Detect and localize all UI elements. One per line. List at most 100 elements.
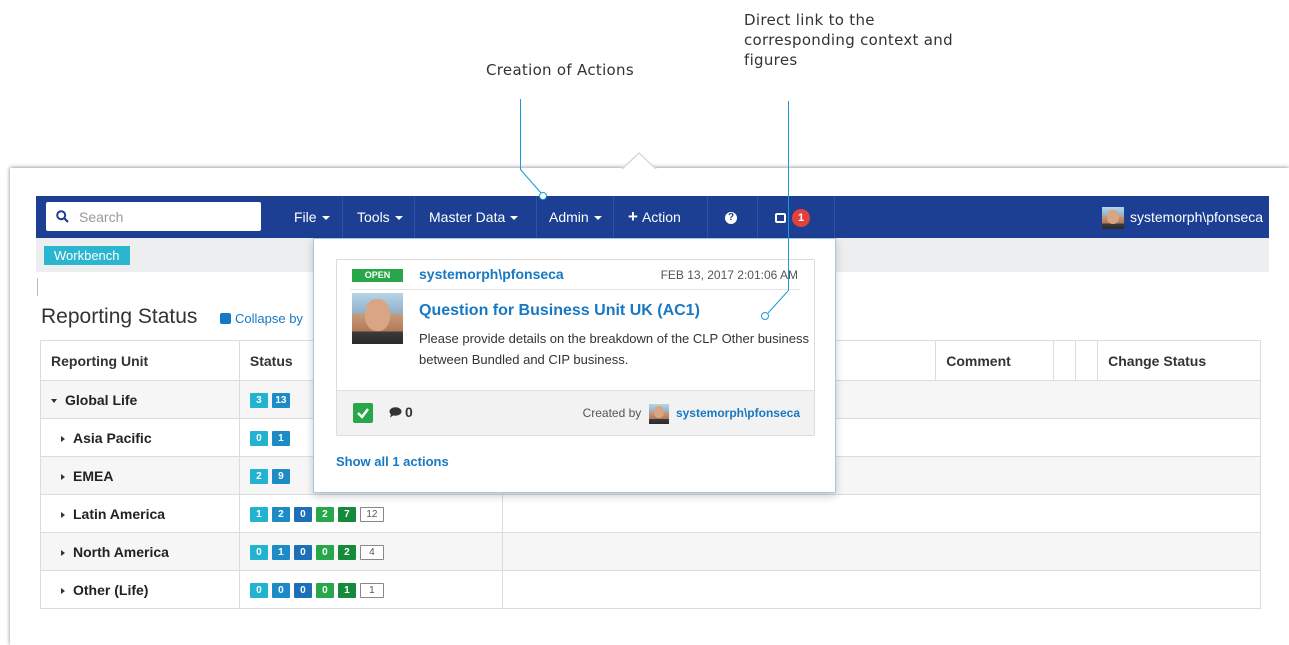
top-navbar: File Tools Master Data Admin +Action ? 1… xyxy=(36,196,1269,238)
nav-divider xyxy=(536,196,537,238)
callout-direct-link-line3: figures xyxy=(744,51,798,69)
search-box[interactable] xyxy=(46,202,261,231)
nav-divider xyxy=(342,196,343,238)
menu-file[interactable]: File xyxy=(294,196,330,238)
row-label-text: EMEA xyxy=(73,467,114,484)
chevron-down-icon xyxy=(394,216,403,221)
avatar xyxy=(648,404,669,424)
add-action-button[interactable]: + Action xyxy=(628,196,681,238)
chevron-down-icon xyxy=(510,216,519,221)
row-label-text: Other (Life) xyxy=(73,581,149,598)
menu-admin[interactable]: Admin xyxy=(549,196,602,238)
show-all-actions-link[interactable]: Show all 1 actions xyxy=(336,454,449,469)
action-description: Please provide details on the breakdown … xyxy=(419,331,809,367)
status-chip: 1 xyxy=(271,544,290,560)
comments-link[interactable]: 0 xyxy=(389,404,413,420)
row-rest xyxy=(502,494,1261,533)
header-blank-1 xyxy=(1053,340,1077,381)
search-icon xyxy=(56,210,69,223)
status-chip: 3 xyxy=(249,392,268,408)
caret-right-icon[interactable] xyxy=(61,511,65,518)
status-chip: 0 xyxy=(315,544,334,560)
caret-right-icon[interactable] xyxy=(61,435,65,442)
row-label[interactable]: Latin America xyxy=(40,494,240,533)
search-input[interactable] xyxy=(77,207,251,226)
menu-master-data[interactable]: Master Data xyxy=(429,196,519,238)
menu-tools-label: Tools xyxy=(357,209,390,225)
collapse-icon xyxy=(220,313,231,324)
status-cell: 1 2 0 2 7 12 xyxy=(238,494,504,533)
card-divider xyxy=(351,289,800,290)
user-menu[interactable]: systemorph\pfonseca xyxy=(1102,196,1263,238)
help-icon: ? xyxy=(725,212,737,225)
menu-admin-label: Admin xyxy=(549,209,589,225)
callout-line-direct-link xyxy=(788,101,789,291)
status-total-chip: 1 xyxy=(359,582,384,598)
status-chip: 1 xyxy=(249,506,268,522)
status-chip: 0 xyxy=(293,506,312,522)
notifications-popover: OPEN systemorph\pfonseca FEB 13, 2017 2:… xyxy=(313,238,836,493)
status-chip: 7 xyxy=(337,506,356,522)
collapse-link[interactable]: Collapse by xyxy=(220,311,303,326)
card-footer: 0 Created by systemorph\pfonseca xyxy=(337,390,814,435)
inbox-icon xyxy=(775,213,786,224)
status-chip: 13 xyxy=(271,392,290,408)
status-chip: 2 xyxy=(249,468,268,484)
row-label[interactable]: Other (Life) xyxy=(40,570,240,609)
caret-down-icon[interactable] xyxy=(51,398,57,403)
caret-right-icon[interactable] xyxy=(61,473,65,480)
user-name: systemorph\pfonseca xyxy=(1130,209,1264,225)
resolve-checkbox[interactable] xyxy=(353,403,373,423)
status-chip: 2 xyxy=(271,506,290,522)
card-author-link[interactable]: systemorph\pfonseca xyxy=(419,266,564,282)
row-label-text: Asia Pacific xyxy=(73,429,152,446)
vertical-divider xyxy=(37,278,38,296)
action-title-link[interactable]: Question for Business Unit UK (AC1) xyxy=(419,302,700,320)
chevron-down-icon xyxy=(593,216,602,221)
notifications-button[interactable]: 1 xyxy=(775,196,810,238)
help-button[interactable]: ? xyxy=(725,196,737,238)
nav-divider xyxy=(834,196,835,238)
header-comment[interactable]: Comment xyxy=(935,340,1055,381)
callout-direct-link: Direct link to the corresponding context… xyxy=(744,10,953,70)
nav-divider xyxy=(414,196,415,238)
status-chip: 0 xyxy=(249,544,268,560)
row-label[interactable]: Asia Pacific xyxy=(40,418,240,457)
status-cell: 000011 xyxy=(238,570,504,609)
add-action-label: Action xyxy=(641,209,681,225)
header-change-status[interactable]: Change Status xyxy=(1097,340,1261,381)
avatar xyxy=(1102,207,1124,230)
status-chip: 0 xyxy=(315,582,334,598)
status-cell: 010024 xyxy=(238,532,504,571)
menu-master-data-label: Master Data xyxy=(429,209,506,225)
nav-divider xyxy=(757,196,758,238)
callout-dot-creation xyxy=(539,192,547,200)
status-total-chip: 4 xyxy=(359,544,384,560)
row-label[interactable]: North America xyxy=(40,532,240,571)
callout-direct-link-line2: corresponding context and xyxy=(744,31,953,49)
table-row[interactable]: Other (Life) 000011 xyxy=(40,570,1261,609)
checkmark-icon xyxy=(357,408,369,419)
avatar xyxy=(352,293,403,344)
caret-right-icon[interactable] xyxy=(61,549,65,556)
table-row[interactable]: Latin America 1 2 0 2 7 12 xyxy=(40,494,1261,533)
workbench-tab[interactable]: Workbench xyxy=(44,246,130,265)
status-chip: 9 xyxy=(271,468,290,484)
created-by-user-link[interactable]: systemorph\pfonseca xyxy=(676,406,800,420)
row-rest xyxy=(502,532,1261,571)
collapse-label: Collapse by xyxy=(235,311,303,326)
row-label-text: Latin America xyxy=(73,505,166,522)
table-row[interactable]: North America 010024 xyxy=(40,532,1261,571)
comment-icon xyxy=(389,407,402,418)
caret-right-icon[interactable] xyxy=(61,587,65,594)
row-label[interactable]: EMEA xyxy=(40,456,240,495)
status-chip: 0 xyxy=(249,430,268,446)
status-chip: 0 xyxy=(271,582,290,598)
status-badge: OPEN xyxy=(352,269,403,282)
comment-count: 0 xyxy=(405,404,413,420)
row-label[interactable]: Global Life xyxy=(40,380,240,419)
menu-tools[interactable]: Tools xyxy=(357,196,403,238)
card-timestamp: FEB 13, 2017 2:01:06 AM xyxy=(660,268,798,282)
action-card[interactable]: OPEN systemorph\pfonseca FEB 13, 2017 2:… xyxy=(336,259,815,436)
header-reporting-unit[interactable]: Reporting Unit xyxy=(40,340,240,381)
